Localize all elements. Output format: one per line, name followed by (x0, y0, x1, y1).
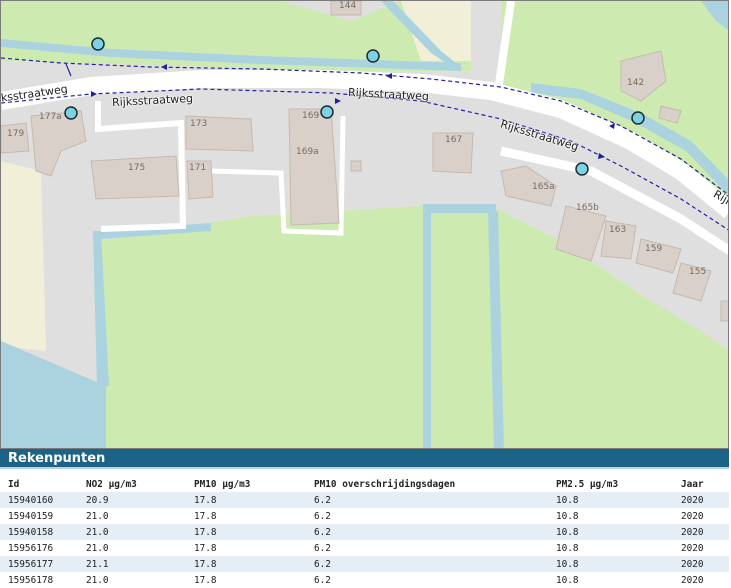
house-number: 177a (39, 112, 62, 122)
table-cell: 21.0 (86, 526, 109, 538)
table-cell: 17.8 (194, 558, 217, 570)
table-cell: 21.1 (86, 558, 109, 570)
building (720, 300, 728, 322)
table-cell: 17.8 (194, 542, 217, 554)
table-cell: 6.2 (314, 558, 331, 570)
table-cell: 10.8 (556, 542, 579, 554)
column-header[interactable]: PM2.5 µg/m3 (548, 477, 673, 492)
table-cell: 17.8 (194, 510, 217, 522)
table-cell: 21.0 (86, 542, 109, 554)
grass-area (1, 161, 46, 351)
house-number: 169 (302, 111, 320, 121)
house-number: 169a (296, 147, 319, 157)
table-cell: 6.2 (314, 526, 331, 538)
table-cell: 15940160 (8, 494, 54, 506)
table-row[interactable]: 15940159 21.0 17.8 6.2 10.8 2020 (0, 508, 729, 524)
house-number: 165b (576, 203, 599, 213)
water-area (1, 341, 106, 448)
table-cell: 10.8 (556, 558, 579, 570)
house-number: 179 (7, 129, 25, 139)
table-cell: 2020 (681, 542, 704, 554)
grass-area (101, 206, 728, 448)
table-cell: 20.9 (86, 494, 109, 506)
building (350, 160, 362, 172)
table-cell: 10.8 (556, 574, 579, 586)
building (288, 108, 340, 226)
table-cell: 6.2 (314, 494, 331, 506)
route-arrow (65, 63, 72, 77)
table-row[interactable]: 15956178 21.0 17.8 6.2 10.8 2020 (0, 572, 729, 588)
table-cell: 21.0 (86, 510, 109, 522)
calc-point-marker[interactable] (91, 37, 105, 51)
table-cell: 15956177 (8, 558, 54, 570)
table-cell: 21.0 (86, 574, 109, 586)
table-cell: 15956176 (8, 542, 54, 554)
panel-title: Rekenpunten (0, 449, 729, 469)
table-row[interactable]: 15956176 21.0 17.8 6.2 10.8 2020 (0, 540, 729, 556)
table-cell: 2020 (681, 510, 704, 522)
table-cell: 15940158 (8, 526, 54, 538)
route-arrow (335, 98, 341, 104)
table-cell: 2020 (681, 526, 704, 538)
house-number: 155 (689, 267, 707, 277)
table-row[interactable]: 15940158 21.0 17.8 6.2 10.8 2020 (0, 524, 729, 540)
calc-point-marker[interactable] (320, 105, 334, 119)
column-header[interactable]: Jaar (673, 477, 729, 492)
route-arrow (598, 153, 605, 159)
table-row[interactable]: 15956177 21.1 17.8 6.2 10.8 2020 (0, 556, 729, 572)
calc-point-marker[interactable] (64, 106, 78, 120)
column-header[interactable]: Id (0, 477, 78, 492)
table-cell: 17.8 (194, 494, 217, 506)
calc-point-marker[interactable] (575, 162, 589, 176)
results-panel: Rekenpunten Id NO2 µg/m3 PM10 µg/m3 PM10… (0, 449, 731, 588)
table-cell: 2020 (681, 558, 704, 570)
house-number: 171 (189, 163, 207, 173)
column-header[interactable]: PM10 µg/m3 (186, 477, 306, 492)
calc-point-marker[interactable] (366, 49, 380, 63)
table-cell: 10.8 (556, 494, 579, 506)
house-number: 167 (445, 135, 463, 145)
house-number: 165a (532, 182, 555, 192)
table-cell: 6.2 (314, 574, 331, 586)
table-cell: 17.8 (194, 574, 217, 586)
table-cell: 6.2 (314, 542, 331, 554)
column-header[interactable]: PM10 overschrijdingsdagen (306, 477, 548, 492)
table-cell: 15940159 (8, 510, 54, 522)
table-cell: 15956178 (8, 574, 54, 586)
house-number: 175 (128, 163, 146, 173)
table-cell: 2020 (681, 574, 704, 586)
table-cell: 17.8 (194, 526, 217, 538)
table-row[interactable]: 15940160 20.9 17.8 6.2 10.8 2020 (0, 492, 729, 508)
table-cell: 2020 (681, 494, 704, 506)
map-view[interactable]: Rijksstraatweg Rijksstraatweg Rijksstraa… (0, 0, 729, 449)
house-number: 173 (190, 119, 208, 129)
table-header-row: Id NO2 µg/m3 PM10 µg/m3 PM10 overschrijd… (0, 477, 729, 492)
house-number: 159 (645, 244, 663, 254)
table-cell: 6.2 (314, 510, 331, 522)
house-number: 142 (627, 78, 645, 88)
table-cell: 10.8 (556, 526, 579, 538)
calc-point-marker[interactable] (631, 111, 645, 125)
table-cell: 10.8 (556, 510, 579, 522)
column-header[interactable]: NO2 µg/m3 (78, 477, 186, 492)
results-table: Id NO2 µg/m3 PM10 µg/m3 PM10 overschrijd… (0, 477, 729, 588)
house-number: 163 (609, 225, 627, 235)
house-number: 144 (339, 1, 357, 11)
